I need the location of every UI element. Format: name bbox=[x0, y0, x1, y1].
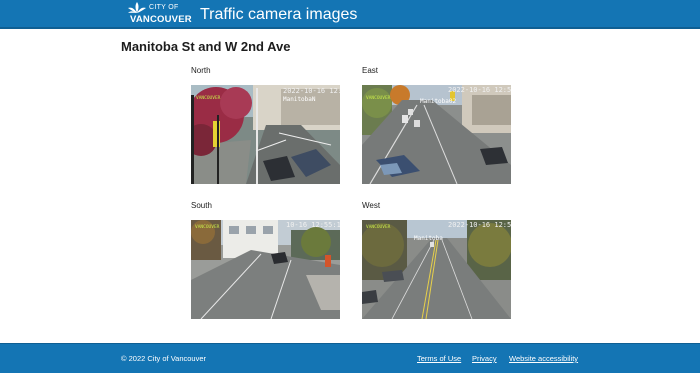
logo-city-of: CITY OF bbox=[149, 4, 179, 11]
dogwood-flower-icon bbox=[128, 2, 146, 13]
svg-text:VANCOUVER: VANCOUVER bbox=[366, 95, 391, 101]
site-footer: © 2022 City of Vancouver Terms of Use Pr… bbox=[0, 343, 700, 373]
camera-image-south[interactable]: 10-16 12:55:13 VANCOUVER bbox=[191, 220, 340, 319]
camera-image-west[interactable]: 2022-10-16 12:55 Manitoba VANCOUVER bbox=[362, 220, 511, 319]
camera-id-label: ManitobaN bbox=[283, 96, 316, 103]
camera-timestamp: 10-16 12:55:13 bbox=[286, 221, 340, 229]
site-header: CITY OF VANCOUVER Traffic camera images bbox=[0, 0, 700, 29]
website-accessibility-link[interactable]: Website accessibility bbox=[509, 354, 578, 364]
camera-id-label: Manitoba02 bbox=[420, 98, 457, 105]
svg-text:VANCOUVER: VANCOUVER bbox=[195, 224, 220, 230]
copyright-text: © 2022 City of Vancouver bbox=[121, 354, 207, 363]
camera-image-east[interactable]: 2022-10-16 12:55 Manitoba02 VANCOUVER bbox=[362, 85, 511, 184]
city-of-vancouver-logo[interactable]: CITY OF VANCOUVER bbox=[121, 2, 192, 26]
camera-direction-label: West bbox=[362, 201, 381, 210]
site-title[interactable]: Traffic camera images bbox=[200, 6, 357, 24]
privacy-link[interactable]: Privacy bbox=[472, 354, 497, 364]
svg-text:VANCOUVER: VANCOUVER bbox=[196, 95, 221, 101]
camera-timestamp: 2022-10-16 12:55 bbox=[448, 86, 511, 94]
camera-direction-label: South bbox=[191, 201, 212, 210]
camera-image-north[interactable]: 2022-10-16 12:55:22 ManitobaN VANCOUVER bbox=[191, 85, 340, 184]
svg-text:VANCOUVER: VANCOUVER bbox=[366, 224, 391, 230]
logo-vancouver: VANCOUVER bbox=[130, 14, 192, 25]
camera-timestamp: 2022-10-16 12:55 bbox=[448, 221, 511, 229]
camera-id-label: Manitoba bbox=[414, 235, 443, 242]
terms-of-use-link[interactable]: Terms of Use bbox=[417, 354, 461, 364]
camera-direction-label: East bbox=[362, 66, 379, 75]
camera-timestamp: 2022-10-16 12:55:22 bbox=[283, 87, 340, 95]
camera-direction-label: North bbox=[191, 66, 211, 75]
page-title: Manitoba St and W 2nd Ave bbox=[121, 39, 291, 54]
